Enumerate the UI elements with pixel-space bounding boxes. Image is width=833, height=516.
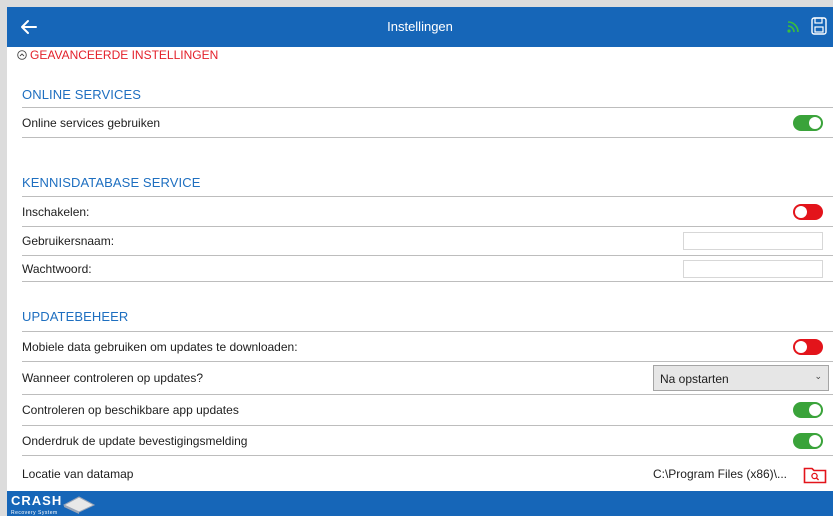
row-kennis-enable: Inschakelen: [22,196,833,226]
divider [22,137,833,138]
advanced-settings-link[interactable]: GEAVANCEERDE INSTELLINGEN [17,48,218,62]
kennis-enable-toggle[interactable] [793,203,823,220]
settings-window: Instellingen GEAVANCEERDE INSTELLINGEN O… [7,7,833,516]
toggle-knob [795,205,807,218]
logo-text: CRASH [11,493,63,508]
footer-bar: CRASH Recovery System [7,491,833,516]
row-username: Gebruikersnaam: [22,226,833,255]
section-title-online-services: ONLINE SERVICES [22,87,142,102]
row-suppress-confirmation: Onderdruk de update bevestigingsmelding [22,425,833,455]
suppress-confirmation-label: Onderdruk de update bevestigingsmelding [22,433,248,448]
toggle-knob [809,404,821,416]
advanced-settings-label: GEAVANCEERDE INSTELLINGEN [30,48,219,62]
username-label: Gebruikersnaam: [22,234,115,248]
row-password: Wachtwoord: [22,255,833,281]
app-updates-label: Controleren op beschikbare app updates [22,403,239,417]
update-check-when-label: Wanneer controleren op updates? [22,371,204,385]
chevron-up-circle-icon [17,50,27,60]
section-title-kennisdatabase: KENNISDATABASE SERVICE [22,175,201,190]
suppress-confirmation-toggle[interactable] [793,432,823,449]
online-services-label: Online services gebruiken [22,115,161,130]
page-title: Instellingen [387,19,453,34]
password-input[interactable] [683,259,823,278]
update-check-select[interactable]: Na opstarten ⌄ [653,365,829,391]
data-location-label: Locatie van datamap [22,466,134,481]
chevron-down-icon: ⌄ [814,371,822,381]
username-input[interactable] [683,232,823,250]
kennis-enable-label: Inschakelen: [22,204,90,219]
row-mobile-data: Mobiele data gebruiken om updates te dow… [22,331,833,361]
mobile-data-toggle[interactable] [793,338,823,355]
data-location-path: C:\Program Files (x86)\... [652,466,787,481]
section-title-updatebeheer: UPDATEBEHEER [22,309,129,324]
divider [22,281,833,282]
online-services-toggle[interactable] [793,114,823,131]
toggle-knob [809,116,821,129]
wifi-signal-icon [787,21,799,33]
update-check-value: Na opstarten [660,372,729,386]
logo-diamond-icon [63,496,96,514]
row-app-updates: Controleren op beschikbare app updates [22,394,833,425]
mobile-data-label: Mobiele data gebruiken om updates te dow… [22,339,298,354]
top-bar: Instellingen [7,7,833,47]
row-online-services: Online services gebruiken [22,107,833,137]
password-label: Wachtwoord: [22,261,92,276]
folder-search-icon[interactable] [803,464,827,484]
toggle-knob [809,434,821,447]
crash-logo: CRASH Recovery System [11,493,96,516]
app-updates-toggle[interactable] [793,402,823,418]
toggle-knob [795,340,807,353]
row-data-location: Locatie van datamap C:\Program Files (x8… [22,455,833,491]
logo-subtext: Recovery System [11,510,58,516]
save-icon[interactable] [811,17,827,35]
row-update-check-when: Wanneer controleren op updates? Na opsta… [22,361,833,394]
